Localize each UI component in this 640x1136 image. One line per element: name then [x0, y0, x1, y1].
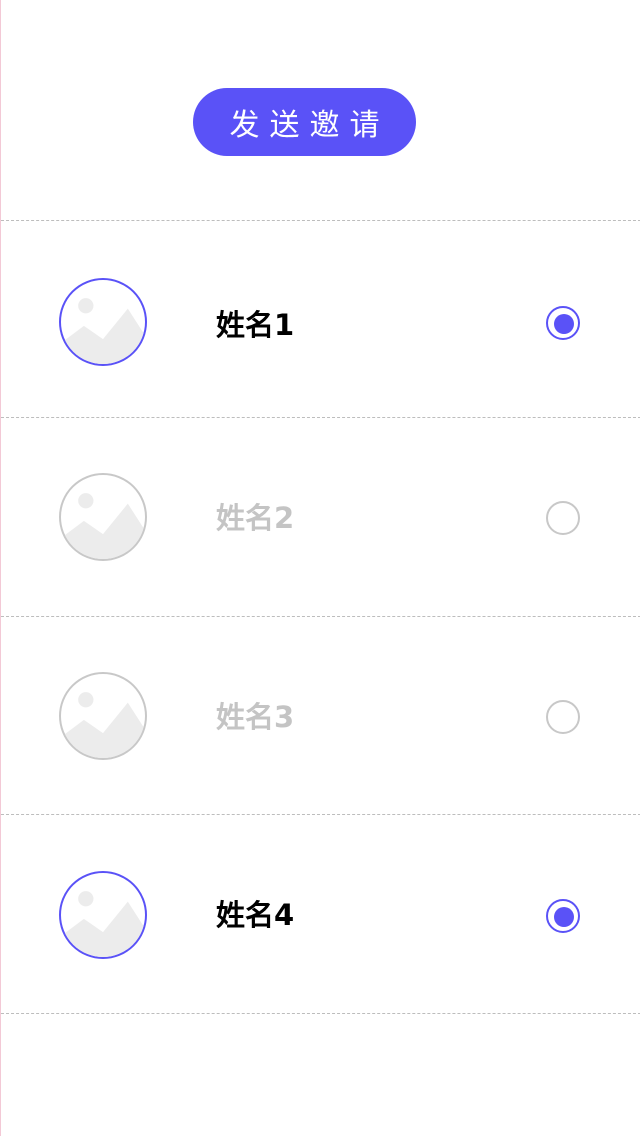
contact-row[interactable]: 姓名4 — [1, 815, 640, 1011]
divider — [1, 1013, 640, 1014]
contact-row[interactable]: 姓名1 — [1, 221, 640, 417]
radio-dot — [554, 708, 574, 728]
avatar — [59, 473, 147, 561]
contact-name: 姓名1 — [216, 308, 295, 342]
select-radio[interactable] — [546, 501, 580, 535]
avatar — [59, 278, 147, 366]
invite-page: 发送邀请 姓名1 姓名2 姓名3 姓名4 — [0, 0, 640, 1136]
image-placeholder-icon — [61, 891, 145, 957]
send-invite-button[interactable]: 发送邀请 — [193, 88, 416, 156]
image-placeholder-icon — [61, 298, 145, 364]
select-radio[interactable] — [546, 700, 580, 734]
select-radio[interactable] — [546, 899, 580, 933]
avatar — [59, 871, 147, 959]
contact-name: 姓名4 — [216, 898, 295, 932]
contact-row[interactable]: 姓名2 — [1, 418, 640, 614]
radio-dot — [554, 509, 574, 529]
send-invite-label: 发送邀请 — [229, 108, 390, 143]
image-placeholder-icon — [61, 692, 145, 758]
select-radio[interactable] — [546, 306, 580, 340]
radio-dot — [554, 907, 574, 927]
contact-name: 姓名3 — [216, 700, 295, 734]
contact-name: 姓名2 — [216, 501, 295, 535]
image-placeholder-icon — [61, 493, 145, 559]
contact-row[interactable]: 姓名3 — [1, 617, 640, 813]
avatar — [59, 672, 147, 760]
radio-dot — [554, 314, 574, 334]
